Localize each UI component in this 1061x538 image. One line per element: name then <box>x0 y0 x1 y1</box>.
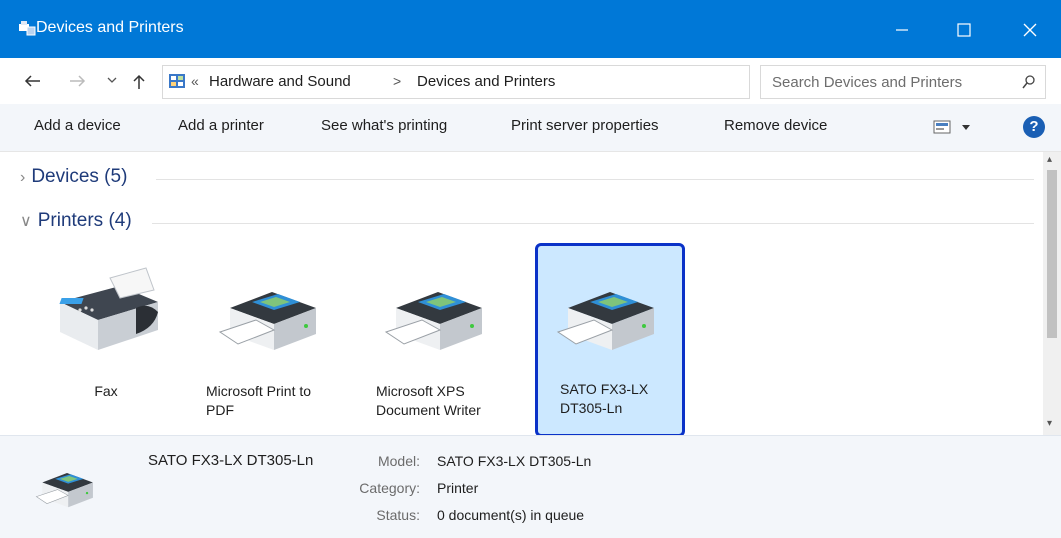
group-divider <box>156 179 1034 180</box>
chevron-down-icon: ∨ <box>20 213 32 230</box>
printer-name-line1: SATO FX3-LX <box>560 381 649 397</box>
help-button[interactable]: ? <box>1023 116 1045 138</box>
maximize-button[interactable] <box>934 0 994 58</box>
recent-locations-button[interactable] <box>102 68 128 94</box>
scroll-up-icon[interactable]: ▴ <box>1047 154 1052 165</box>
back-arrow-icon <box>24 75 40 87</box>
printer-icon <box>35 473 93 508</box>
group-printers-label: Printers (4) <box>37 210 132 231</box>
printer-name-line1: Microsoft XPS <box>376 383 465 399</box>
search-placeholder: Search Devices and Printers <box>772 74 963 91</box>
add-printer-button[interactable]: Add a printer <box>178 117 264 134</box>
control-panel-icon <box>169 74 185 88</box>
printer-name-line1: Microsoft Print to <box>206 383 312 399</box>
breadcrumb-hardware-and-sound[interactable]: Hardware and Sound <box>209 73 351 90</box>
up-arrow-icon <box>133 74 145 89</box>
remove-device-button[interactable]: Remove device <box>724 117 827 134</box>
address-bar[interactable]: « Hardware and Sound > Devices and Print… <box>162 65 891 99</box>
category-value: Printer <box>437 480 479 496</box>
printer-tile-microsoft-xps-document-writer[interactable]: Microsoft XPS Document Writer <box>364 246 512 434</box>
group-devices-label: Devices (5) <box>31 166 128 187</box>
printer-name-line2: Document Writer <box>376 402 481 418</box>
group-devices[interactable]: › Devices (5) <box>20 166 127 188</box>
print-server-properties-button[interactable]: Print server properties <box>511 117 659 134</box>
navigation-bar: « Hardware and Sound > Devices and Print… <box>0 58 1061 104</box>
device-name: SATO FX3-LX DT305-Ln <box>148 452 314 469</box>
printer-name-line2: PDF <box>206 402 234 418</box>
breadcrumb-separator[interactable]: > <box>393 73 401 89</box>
printer-name-line2: DT305-Ln <box>560 400 623 416</box>
status-value: 0 document(s) in queue <box>437 507 585 523</box>
group-divider <box>152 223 1034 224</box>
model-value: SATO FX3-LX DT305-Ln <box>437 453 592 469</box>
printer-tile-fax[interactable]: Fax <box>32 246 180 434</box>
minimize-icon <box>896 29 908 31</box>
model-label: Model: <box>377 453 420 469</box>
breadcrumb-devices-and-printers[interactable]: Devices and Printers <box>417 73 555 90</box>
printer-label: SATO FX3-LX DT305-Ln <box>560 380 708 418</box>
printer-name-line1: Fax <box>94 383 118 399</box>
category-label: Category: <box>359 480 420 496</box>
printer-icon <box>556 292 654 350</box>
close-button[interactable] <box>1000 0 1060 58</box>
window-title: Devices and Printers <box>36 19 184 36</box>
add-device-button[interactable]: Add a device <box>34 117 121 134</box>
printer-tile-microsoft-print-to-pdf[interactable]: Microsoft Print to PDF <box>198 246 346 434</box>
close-icon <box>1023 23 1037 37</box>
up-button[interactable] <box>128 68 154 94</box>
devices-printers-icon <box>19 21 36 36</box>
scroll-down-icon[interactable]: ▾ <box>1047 418 1052 429</box>
printer-label: Fax <box>32 382 180 401</box>
command-bar: Add a device Add a printer See what's pr… <box>0 104 1061 152</box>
forward-arrow-icon <box>70 75 86 87</box>
view-icon <box>933 120 970 134</box>
breadcrumb-overflow[interactable]: « <box>191 73 199 89</box>
minimize-button[interactable] <box>872 0 932 58</box>
printer-icon <box>384 292 482 350</box>
vertical-scrollbar[interactable]: ▴ ▾ <box>1043 152 1061 435</box>
items-view: › Devices (5) ∨ Printers (4) Fax Microso… <box>0 152 1043 437</box>
see-whats-printing-button[interactable]: See what's printing <box>321 117 447 134</box>
maximize-icon <box>957 23 971 37</box>
fax-icon <box>59 267 158 350</box>
title-bar[interactable]: Devices and Printers <box>0 0 1061 58</box>
status-label: Status: <box>376 507 420 523</box>
back-button[interactable] <box>20 68 46 94</box>
chevron-right-icon: › <box>20 169 26 186</box>
printer-tile-sato-fx3-lx-dt305-ln[interactable]: SATO FX3-LX DT305-Ln <box>535 243 685 437</box>
details-pane: SATO FX3-LX DT305-Ln Model: SATO FX3-LX … <box>0 435 1061 538</box>
chevron-down-icon <box>107 77 117 83</box>
change-view-button[interactable] <box>932 118 978 136</box>
scrollbar-thumb[interactable] <box>1047 170 1057 338</box>
search-icon <box>1022 75 1035 89</box>
forward-button[interactable] <box>64 68 90 94</box>
printer-label: Microsoft XPS Document Writer <box>376 382 524 420</box>
search-input[interactable]: Search Devices and Printers <box>760 65 1046 99</box>
group-printers[interactable]: ∨ Printers (4) <box>20 210 132 232</box>
printer-icon <box>218 292 316 350</box>
printer-label: Microsoft Print to PDF <box>206 382 354 420</box>
